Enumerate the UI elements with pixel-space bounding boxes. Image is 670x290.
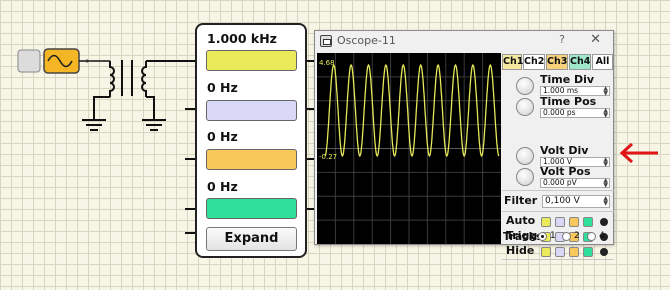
spin-arrows-icon[interactable]: ▲ ▼ (603, 157, 608, 168)
channel-toggle-square[interactable] (555, 217, 565, 227)
window-titlebar[interactable]: Oscope-11 ? ✕ (315, 31, 613, 51)
tracks-radio-4[interactable] (587, 232, 596, 241)
ch4-button[interactable]: Ch4 (569, 54, 591, 70)
tracks-label: Tracks (503, 230, 543, 243)
time-div-value: 1.000 ms (543, 86, 579, 95)
time-div-knob[interactable] (516, 77, 534, 95)
sine-source-icon[interactable] (43, 48, 80, 74)
volt-div-knob[interactable] (516, 147, 534, 165)
time-div-label: Time Div (540, 73, 595, 86)
control-panel: Ch1 Ch2 Ch3 Ch4 All Time Div 1.000 ms ▲ ▼… (502, 52, 614, 260)
channel-1-color-bar (206, 50, 297, 71)
ch3-button[interactable]: Ch3 (546, 54, 568, 70)
hide-label: Hide (506, 244, 535, 257)
generator-body[interactable] (17, 49, 41, 73)
spin-arrows-icon[interactable]: ▲ ▼ (603, 108, 608, 119)
channel-2-frequency: 0 Hz (207, 80, 238, 95)
channel-toggle-square[interactable] (569, 247, 579, 257)
screen-top-value: 4.68 (319, 59, 335, 67)
time-pos-field[interactable]: 0.000 ps ▲ ▼ (540, 108, 610, 119)
channel-3-frequency: 0 Hz (207, 129, 238, 144)
ground-icon (82, 119, 106, 131)
channel-3-color-bar (206, 149, 297, 170)
expand-button[interactable]: Expand (206, 227, 297, 251)
row-indicator-dot[interactable] (600, 248, 608, 256)
help-button[interactable]: ? (559, 33, 565, 46)
ground-icon (142, 119, 166, 131)
tracks-radio-2[interactable] (562, 232, 571, 241)
tracks-row: Tracks 1 2 4 (501, 230, 613, 244)
volt-div-label: Volt Div (540, 144, 589, 157)
volt-pos-label: Volt Pos (540, 165, 591, 178)
channel-2-color-bar (206, 100, 297, 121)
ch2-button[interactable]: Ch2 (523, 54, 545, 70)
channel-toggle-square[interactable] (583, 217, 593, 227)
divider (502, 259, 614, 260)
waveform-display: 4.68 -0.27 (317, 53, 501, 244)
close-icon[interactable]: ✕ (590, 32, 601, 47)
time-pos-label: Time Pos (540, 95, 597, 108)
filter-label: Filter (504, 194, 538, 207)
channel-4-color-bar (206, 198, 297, 219)
channel-toggle-square[interactable] (555, 247, 565, 257)
tracks-option-1: 1 (550, 231, 556, 241)
tracks-option-4: 4 (599, 231, 605, 241)
volt-pos-field[interactable]: 0.000 pV ▲ ▼ (540, 178, 610, 189)
time-pos-knob[interactable] (516, 98, 534, 116)
ch1-button[interactable]: Ch1 (502, 54, 523, 70)
filter-field[interactable]: 0,100 V ▲ ▼ (542, 195, 610, 208)
oscope-window[interactable]: Oscope-11 ? ✕ 4.68 -0.27 Ch1 Ch2 Ch3 Ch4 … (314, 30, 614, 260)
spin-arrows-icon[interactable]: ▲ ▼ (603, 196, 608, 207)
auto-label: Auto (506, 214, 536, 227)
channel-toggle-square[interactable] (583, 247, 593, 257)
tracks-option-2: 2 (574, 231, 580, 241)
divider (502, 190, 614, 191)
filter-value: 0,100 V (545, 196, 580, 206)
channel-1-frequency: 1.000 kHz (207, 31, 277, 46)
oscope-app-icon (320, 35, 332, 47)
waveform-trace (324, 63, 500, 158)
window-title: Oscope-11 (337, 34, 396, 47)
tracks-radio-1[interactable] (538, 232, 547, 241)
volt-pos-knob[interactable] (516, 168, 534, 186)
time-pos-value: 0.000 ps (543, 108, 576, 117)
oscilloscope-screen[interactable]: 4.68 -0.27 (317, 53, 501, 244)
screen-bottom-value: -0.27 (319, 153, 337, 161)
frequency-meter-panel[interactable]: 1.000 kHz 0 Hz 0 Hz 0 Hz Expand (195, 23, 307, 258)
spin-arrows-icon[interactable]: ▲ ▼ (603, 178, 608, 189)
volt-pos-value: 0.000 pV (543, 178, 577, 187)
channel-4-frequency: 0 Hz (207, 179, 238, 194)
channel-toggle-square[interactable] (541, 247, 551, 257)
channel-toggle-square[interactable] (541, 217, 551, 227)
channel-toggle-square[interactable] (569, 217, 579, 227)
spin-arrows-icon[interactable]: ▲ ▼ (603, 86, 608, 97)
transformer-icon (93, 60, 194, 119)
red-arrow-icon (619, 142, 658, 164)
divider (502, 211, 614, 212)
all-button[interactable]: All (592, 54, 613, 70)
row-indicator-dot[interactable] (600, 218, 608, 226)
